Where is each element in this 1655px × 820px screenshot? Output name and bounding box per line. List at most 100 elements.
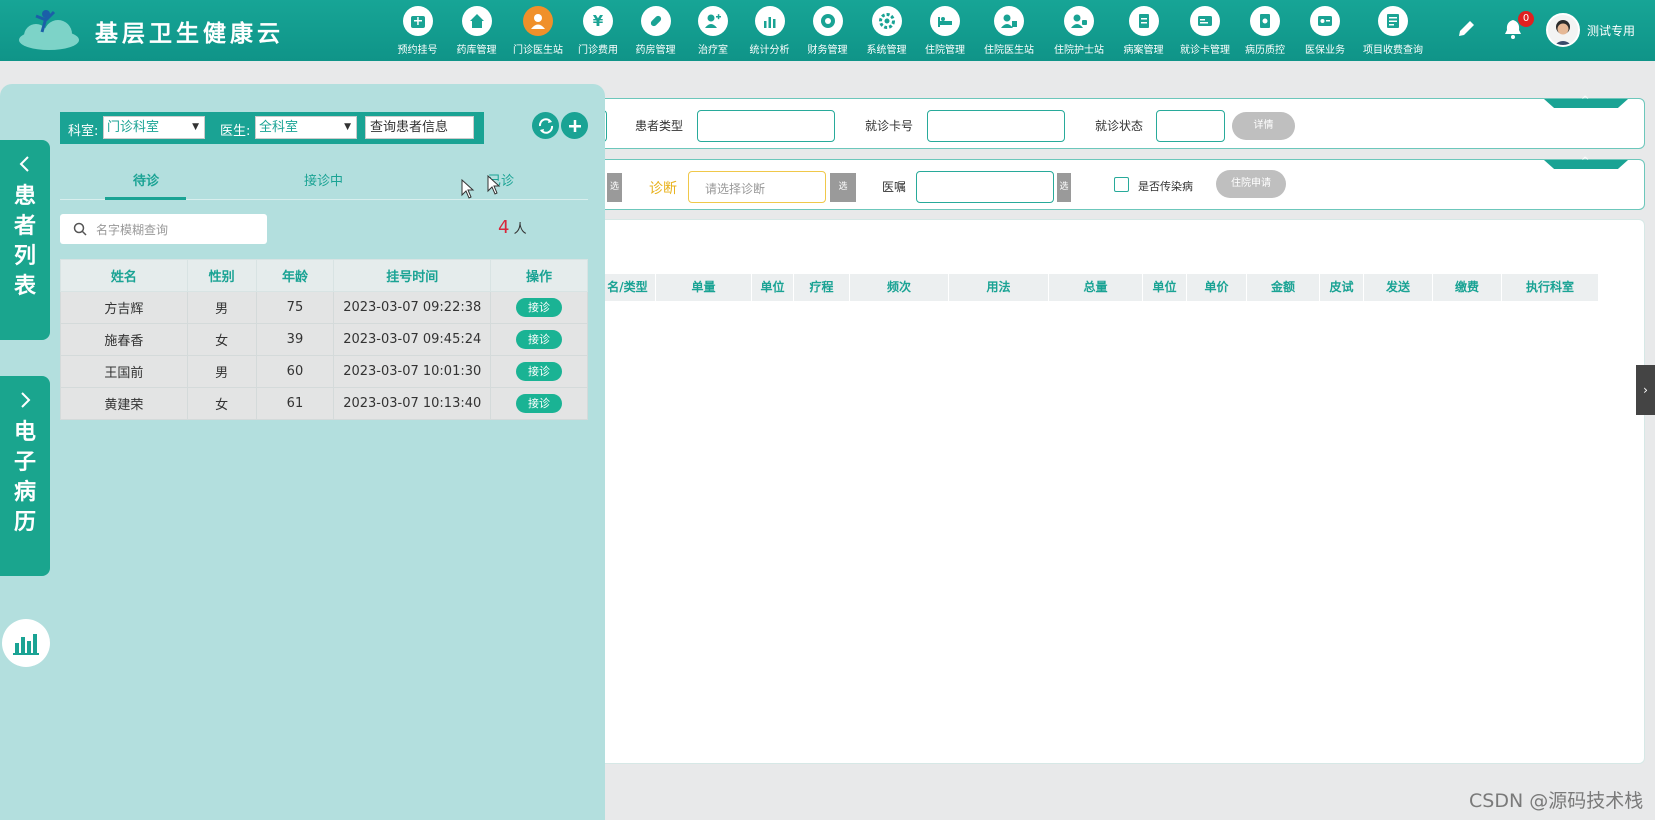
grid-col: 皮试 (1320, 274, 1364, 301)
insurance-icon (1310, 6, 1340, 36)
grid-col: 用法 (949, 274, 1049, 301)
patient-name: 黄建荣 (60, 387, 188, 420)
receive-button[interactable]: 接诊 (516, 394, 563, 413)
diagnosis-placeholder: 请选择诊断 (705, 182, 766, 196)
app-title: 基层卫生健康云 (95, 21, 284, 47)
search-icon (73, 222, 87, 236)
watermark: CSDN @源码技术栈 (1469, 790, 1644, 812)
name-search-input[interactable]: 名字模糊查询 (60, 214, 267, 244)
table-row[interactable]: 方吉辉 男 75 2023-03-07 09:22:38 接诊 (60, 291, 588, 324)
home-icon (461, 6, 492, 36)
nav-card[interactable]: 就诊卡管理 (1173, 4, 1237, 60)
doctor-icon (523, 6, 553, 36)
nav-drug-storage[interactable]: 药库管理 (447, 4, 506, 60)
infectious-label: 是否传染病 (1138, 180, 1193, 193)
bar-chart-icon (13, 634, 39, 655)
doctor-select[interactable]: 全科室 ▼ (255, 116, 357, 139)
emr-tab[interactable]: 电子病历 (0, 376, 50, 576)
patient-type-input[interactable] (697, 110, 835, 142)
action-cell: 接诊 (490, 387, 588, 420)
hospitalize-button[interactable]: 住院申请 (1216, 170, 1286, 198)
count-number: 4 (498, 217, 510, 238)
advice-input[interactable] (916, 171, 1054, 203)
table-row[interactable]: 王国前 男 60 2023-03-07 10:01:30 接诊 (60, 355, 588, 388)
grid-col: 疗程 (794, 274, 850, 301)
dept-select[interactable]: 门诊科室 ▼ (103, 116, 205, 139)
chevron-right-icon[interactable]: › (1636, 365, 1655, 415)
mouse-cursor-icon (487, 175, 501, 195)
active-tab-indicator (105, 197, 186, 200)
nav-pharmacy[interactable]: 药房管理 (626, 4, 685, 60)
card-no-label: 就诊卡号 (865, 119, 914, 133)
nav-outpatient-doctor[interactable]: 门诊医生站 (506, 4, 570, 60)
patient-name: 王国前 (60, 355, 188, 388)
doctor-label: 医生: (220, 124, 251, 139)
nav-nurse-station[interactable]: 住院护士站 (1044, 4, 1114, 60)
yen-icon: ¥ (583, 6, 613, 36)
dept-select-value: 门诊科室 (107, 120, 160, 135)
detail-button[interactable]: 详情 (1232, 112, 1295, 140)
nav-system[interactable]: 系统管理 (857, 4, 916, 60)
username[interactable]: 测试专用 (1587, 22, 1635, 39)
record-icon (1128, 6, 1159, 36)
nav-record-quality[interactable]: 病历质控 (1237, 4, 1293, 60)
patient-age: 75 (255, 291, 335, 324)
nav-treatment-room[interactable]: 治疗室 (685, 4, 741, 60)
patient-sex: 男 (186, 355, 257, 388)
grid-col: 单量 (656, 274, 752, 301)
patient-reg-time: 2023-03-07 10:01:30 (333, 355, 492, 388)
patient-list-tab[interactable]: 患者列表 (0, 140, 50, 340)
chevron-right-icon (21, 392, 31, 408)
refresh-button[interactable] (532, 112, 559, 139)
nav-statistics[interactable]: 统计分析 (741, 4, 798, 60)
plus-icon (568, 119, 581, 132)
count-unit: 人 (513, 222, 527, 237)
nav-inpatient[interactable]: 住院管理 (916, 4, 974, 60)
nav-outpatient-fee[interactable]: ¥ 门诊费用 (570, 4, 626, 60)
quality-icon (1250, 6, 1280, 36)
nav-finance[interactable]: 财务管理 (798, 4, 857, 60)
receive-button[interactable]: 接诊 (516, 330, 563, 349)
nav-inpatient-doctor[interactable]: 住院医生站 (974, 4, 1044, 60)
nav-medical-record[interactable]: 病案管理 (1114, 4, 1173, 60)
card-no-input[interactable] (927, 110, 1065, 142)
table-row[interactable]: 施春香 女 39 2023-03-07 09:45:24 接诊 (60, 323, 588, 356)
patient-reg-time: 2023-03-07 10:13:40 (333, 387, 492, 420)
action-cell: 接诊 (490, 355, 588, 388)
visit-status-label: 就诊状态 (1095, 119, 1144, 133)
action-cell: 接诊 (490, 291, 588, 324)
diagnosis-input[interactable]: 请选择诊断 (688, 171, 826, 203)
receive-button[interactable]: 接诊 (516, 298, 563, 317)
patient-sex: 女 (186, 387, 257, 420)
diagnosis-select-button[interactable]: 选 (830, 173, 856, 202)
prescription-grid-header: 名/类型 单量 单位 疗程 频次 用法 总量 单位 单价 金额 皮试 发送 缴费… (600, 274, 1599, 301)
nav-insurance[interactable]: 医保业务 (1293, 4, 1357, 60)
avatar[interactable] (1546, 13, 1580, 47)
chevron-up-icon[interactable]: ^ (1581, 156, 1589, 167)
col-age: 年龄 (255, 259, 335, 292)
add-patient-button[interactable] (561, 112, 588, 139)
patient-age: 60 (255, 355, 335, 388)
emr-tab-label: 电子病历 (13, 420, 36, 535)
grid-col: 总量 (1049, 274, 1143, 301)
card-icon (1190, 6, 1220, 36)
nav-fee-query[interactable]: 项目收费查询 (1357, 4, 1429, 60)
patient-reg-time: 2023-03-07 09:45:24 (333, 323, 492, 356)
infectious-checkbox[interactable] (1114, 177, 1129, 192)
calendar-icon (402, 6, 433, 36)
chevron-up-icon[interactable]: ^ (1581, 95, 1589, 106)
receive-button[interactable]: 接诊 (516, 362, 563, 381)
visit-status-input[interactable] (1156, 110, 1225, 142)
table-row[interactable]: 黄建荣 女 61 2023-03-07 10:13:40 接诊 (60, 387, 588, 420)
advice-select-button[interactable]: 选 (1057, 173, 1071, 202)
nav-appointment[interactable]: 预约挂号 (388, 4, 447, 60)
tab-waiting[interactable]: 待诊 (133, 170, 159, 189)
select-button[interactable]: 选 (607, 173, 622, 202)
statistics-button[interactable] (2, 619, 50, 667)
col-name: 姓名 (60, 259, 188, 292)
patient-query-input[interactable]: 查询患者信息 (365, 116, 474, 139)
patient-count: 4 人 (498, 217, 527, 238)
edit-icon[interactable] (1455, 18, 1477, 40)
tab-in-consultation[interactable]: 接诊中 (304, 170, 343, 189)
chevron-left-icon (19, 156, 29, 172)
